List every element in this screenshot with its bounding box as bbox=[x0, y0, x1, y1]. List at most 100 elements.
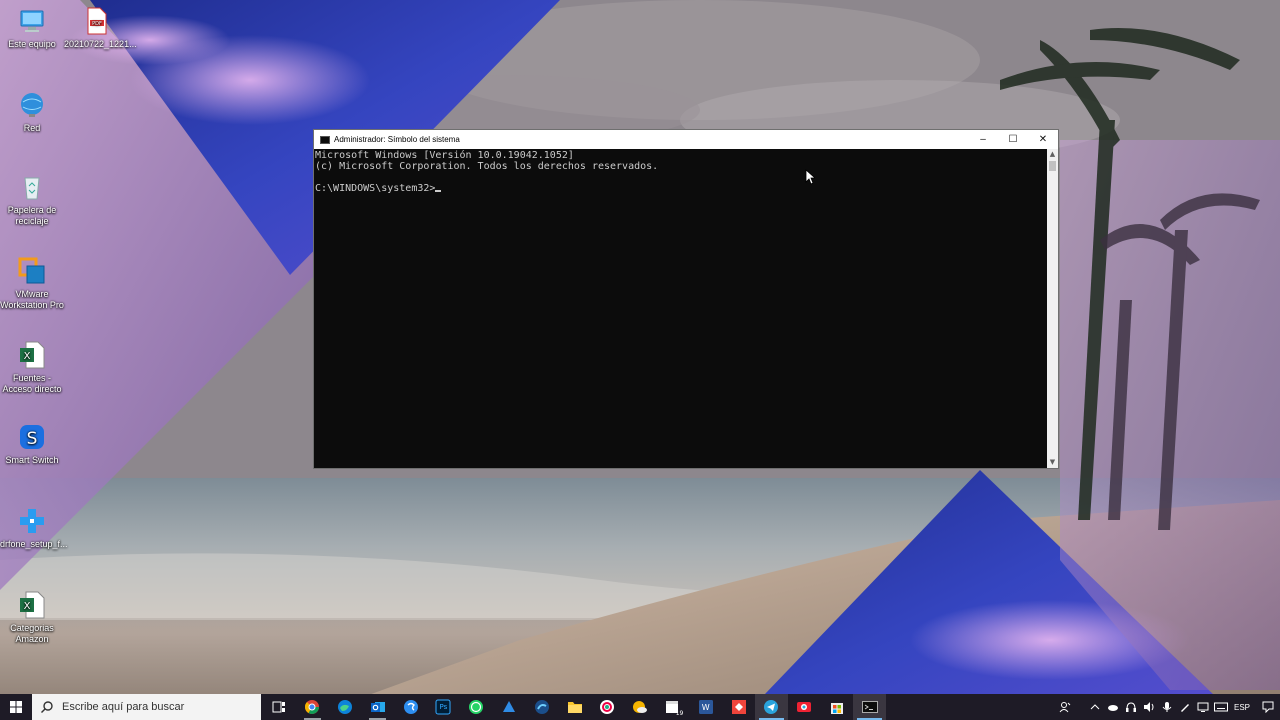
volume-icon[interactable] bbox=[1142, 694, 1156, 720]
word-label: W bbox=[701, 702, 710, 712]
desktop-icon-label: Red bbox=[23, 123, 41, 133]
taskbar-vpn[interactable] bbox=[493, 694, 526, 720]
task-view-button[interactable] bbox=[263, 694, 296, 720]
notification-center-button[interactable] bbox=[1256, 694, 1280, 720]
taskbar-calendar[interactable]: 19 bbox=[657, 694, 690, 720]
taskbar-cmd[interactable] bbox=[853, 694, 887, 720]
weather-icon bbox=[633, 701, 648, 713]
drfone-setup-icon bbox=[17, 506, 47, 536]
console-prompt-line[interactable]: C:\WINDOWS\system32> bbox=[315, 183, 1047, 194]
taskbar-anydesk[interactable] bbox=[722, 694, 755, 720]
svg-text:X: X bbox=[24, 351, 31, 362]
edge-icon bbox=[337, 700, 352, 714]
cmd-titlebar[interactable]: Administrador: Símbolo del sistema – ☐ ✕ bbox=[314, 130, 1058, 149]
minimize-button[interactable]: – bbox=[968, 130, 998, 149]
search-icon bbox=[41, 701, 53, 713]
cloud-sync-icon[interactable] bbox=[1106, 694, 1120, 720]
vmware-icon bbox=[17, 256, 47, 286]
close-button[interactable]: ✕ bbox=[1028, 130, 1058, 149]
taskbar-camera-app[interactable] bbox=[591, 694, 624, 720]
taskbar-file-explorer[interactable] bbox=[558, 694, 591, 720]
console-prompt: C:\WINDOWS\system32> bbox=[315, 183, 436, 194]
headset-icon[interactable] bbox=[1124, 694, 1138, 720]
desktop-icon-label: Fuentes - Acceso directo bbox=[2, 373, 62, 394]
cmd-app-icon bbox=[320, 135, 330, 144]
photo-app-icon bbox=[797, 702, 812, 712]
calendar-date-label: 19 bbox=[675, 710, 684, 717]
desktop-icon-label: Papelera de reciclaje bbox=[7, 205, 57, 226]
windows-logo-icon bbox=[10, 701, 22, 713]
anydesk-icon bbox=[731, 700, 746, 714]
cmd-window[interactable]: Administrador: Símbolo del sistema – ☐ ✕… bbox=[313, 129, 1059, 469]
cmd-window-title: Administrador: Símbolo del sistema bbox=[334, 135, 460, 144]
vpn-icon bbox=[502, 701, 515, 712]
search-placeholder: Escribe aquí para buscar bbox=[62, 701, 185, 713]
taskbar-edge[interactable] bbox=[329, 694, 362, 720]
desktop-icon-drfone[interactable]: drfone_setup_f... bbox=[0, 506, 68, 550]
taskbar-weather[interactable] bbox=[624, 694, 657, 720]
desktop-icon-smart-switch[interactable]: S Smart Switch bbox=[0, 422, 64, 466]
desktop-icon-label: drfone_setup_f... bbox=[0, 539, 68, 549]
scroll-up-arrow-icon[interactable]: ▲ bbox=[1047, 149, 1058, 160]
svg-text:S: S bbox=[27, 429, 38, 449]
photoshop-label: Ps bbox=[439, 703, 448, 711]
desktop-icon-label: Este equipo bbox=[8, 39, 56, 49]
people-icon[interactable] bbox=[1058, 694, 1072, 720]
taskbar-outlook[interactable] bbox=[361, 694, 394, 720]
chrome-icon bbox=[305, 700, 320, 714]
chevron-up-icon[interactable] bbox=[1088, 694, 1102, 720]
desktop-icon-fuentes[interactable]: X Fuentes - Acceso directo bbox=[0, 340, 64, 395]
taskbar: Escribe aquí para buscar Ps 19 W ESP bbox=[0, 694, 1280, 720]
maximize-button[interactable]: ☐ bbox=[998, 130, 1028, 149]
notification-icon bbox=[1262, 701, 1274, 713]
desktop-icon-papelera[interactable]: Papelera de reciclaje bbox=[0, 172, 64, 227]
desktop-icon-label: 20210722_1221... bbox=[64, 39, 137, 49]
pen-icon[interactable] bbox=[1178, 694, 1192, 720]
computer-icon bbox=[17, 6, 47, 36]
taskbar-store[interactable] bbox=[821, 694, 854, 720]
desktop-icon-este-equipo[interactable]: Este equipo bbox=[0, 6, 64, 50]
desktop-icon-categorias[interactable]: X Categorias Amazon bbox=[0, 590, 64, 645]
svg-text:PDF: PDF bbox=[92, 21, 102, 27]
scrollbar-thumb[interactable] bbox=[1049, 161, 1056, 171]
camera-app-icon bbox=[600, 700, 615, 714]
pdf-file-icon: PDF bbox=[81, 6, 111, 36]
scroll-down-arrow-icon[interactable]: ▼ bbox=[1047, 457, 1058, 468]
cmd-icon bbox=[861, 701, 878, 713]
mouse-pointer-icon bbox=[805, 169, 817, 189]
smart-switch-icon: S bbox=[17, 422, 47, 452]
taskbar-word[interactable]: W bbox=[689, 694, 722, 720]
taskbar-chrome[interactable] bbox=[296, 694, 329, 720]
excel-file-icon: X bbox=[17, 340, 47, 370]
microphone-icon[interactable] bbox=[1160, 694, 1174, 720]
taskbar-telegram[interactable] bbox=[754, 694, 788, 720]
network-icon bbox=[17, 90, 47, 120]
desktop-icon-red[interactable]: Red bbox=[0, 90, 64, 134]
cmd-scrollbar[interactable]: ▲ ▼ bbox=[1047, 149, 1058, 468]
cmd-console-output[interactable]: Microsoft Windows [Versión 10.0.19042.10… bbox=[314, 149, 1047, 468]
console-line: (c) Microsoft Corporation. Todos los der… bbox=[315, 161, 659, 172]
skype-icon bbox=[403, 700, 418, 714]
taskbar-edge-dev[interactable] bbox=[525, 694, 558, 720]
desktop-icon-label: Categorias Amazon bbox=[10, 623, 54, 644]
keyboard-icon[interactable] bbox=[1213, 694, 1228, 720]
start-button[interactable] bbox=[0, 694, 32, 720]
desktop-icon-vmware[interactable]: VMware Workstation Pro bbox=[0, 256, 64, 311]
input-language-indicator[interactable]: ESP bbox=[1234, 703, 1250, 712]
taskbar-photoshop[interactable]: Ps bbox=[427, 694, 460, 720]
text-cursor bbox=[435, 190, 442, 192]
taskbar-pinned-apps: Ps 19 W bbox=[263, 694, 887, 720]
recycle-bin-icon bbox=[17, 172, 47, 202]
taskbar-skype[interactable] bbox=[394, 694, 427, 720]
taskbar-search-box[interactable]: Escribe aquí para buscar bbox=[32, 694, 261, 720]
excel-file-icon: X bbox=[17, 590, 47, 620]
outlook-icon bbox=[370, 702, 385, 712]
monitor-icon[interactable] bbox=[1196, 694, 1210, 720]
taskbar-photo-app[interactable] bbox=[788, 694, 821, 720]
whatsapp-icon bbox=[469, 700, 484, 714]
desktop-icon-pdf-file[interactable]: PDF 20210722_1221... bbox=[64, 6, 137, 50]
desktop-icon-label: VMware Workstation Pro bbox=[0, 289, 64, 310]
edge-dev-icon bbox=[534, 700, 549, 714]
taskbar-whatsapp[interactable] bbox=[460, 694, 493, 720]
